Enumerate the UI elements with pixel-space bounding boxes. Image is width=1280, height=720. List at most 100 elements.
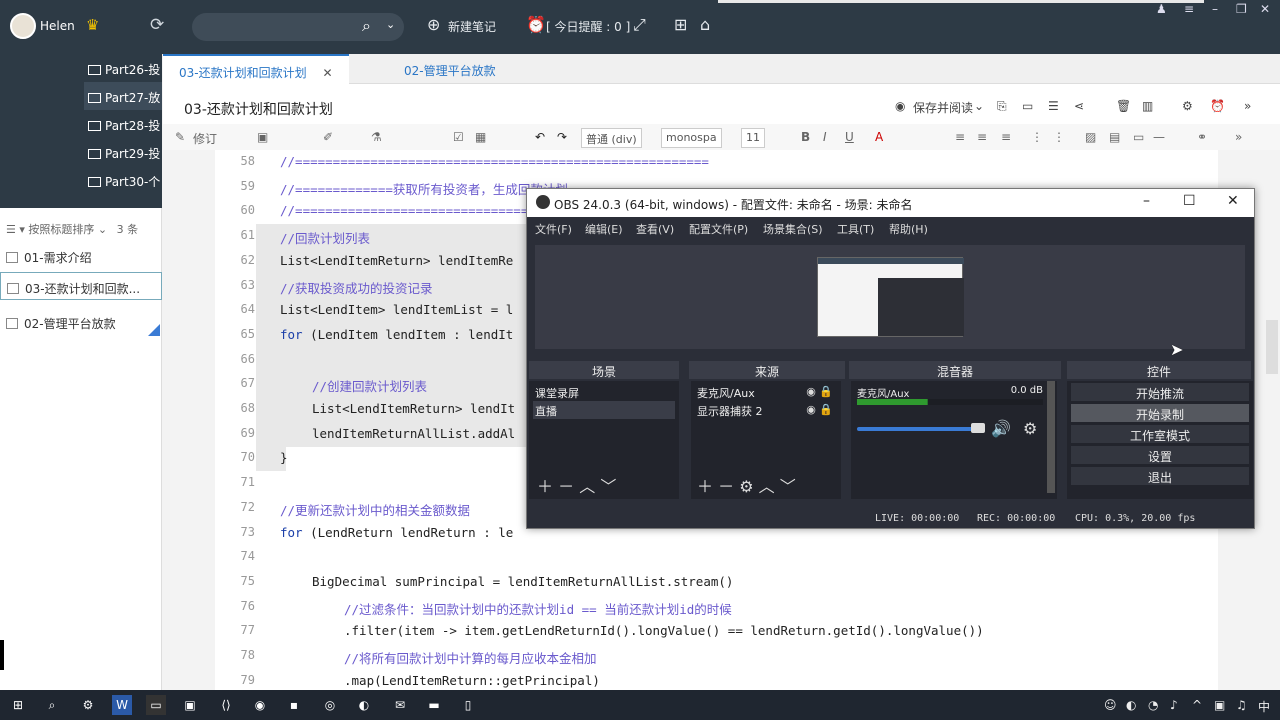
undo-icon[interactable]: ↶ [535,130,545,144]
settings-icon[interactable]: ⚙ [78,695,98,715]
gear-icon[interactable]: ⚙ [739,477,753,496]
doc-list-icon[interactable]: ☰ [1048,99,1059,113]
note-item[interactable]: 02-管理平台放款 [0,308,162,336]
speaker-icon[interactable]: 🔊 [991,419,1011,438]
trash-icon[interactable]: 🗑 [1116,99,1131,113]
revise-icon[interactable]: ✎ [175,130,185,144]
paragraph-style-select[interactable]: 普通 (div) [581,128,642,148]
eye-lock-icon[interactable]: ◉ 🔒 [806,403,833,416]
avatar-icon[interactable] [10,13,36,39]
add-source-icon[interactable]: ＋ [697,477,713,496]
more-icon[interactable]: » [1235,130,1242,144]
restore-icon[interactable]: ❐ [1236,2,1247,16]
code-line[interactable]: //将所有回款计划中计算的每月应收本金相加 [344,648,597,667]
code-line[interactable]: for (LendReturn lendReturn : le [280,525,513,540]
sync-icon[interactable]: ⟳ [150,15,164,35]
italic-button[interactable]: I [823,130,827,144]
save-icon[interactable]: ▣ [257,130,268,144]
bullet-list-icon[interactable]: ⋮ [1053,130,1065,144]
scene-item[interactable]: 直播 [533,401,675,419]
notes-icon[interactable]: ▯ [458,695,478,715]
eye-lock-icon[interactable]: ◉ 🔒 [806,385,833,398]
close-icon[interactable]: ✕ [1227,193,1239,209]
gear-icon[interactable]: ⚙ [1023,419,1037,438]
code-line[interactable]: //回款计划列表 [280,228,370,247]
start-icon[interactable]: ⊞ [8,695,28,715]
remove-source-icon[interactable]: － [718,477,734,496]
mail-icon[interactable]: ✉ [390,695,410,715]
move-down-icon[interactable]: ﹀ [600,477,616,496]
layout-icon[interactable]: ▥ [1142,99,1153,113]
note-item[interactable]: 01-需求介绍 [0,242,162,270]
menu-profile[interactable]: 配置文件(P) [689,221,748,237]
code-line[interactable]: lendItemReturnAllList.addAl [312,426,515,441]
obs-icon[interactable]: ◐ [354,695,374,715]
align-left-icon[interactable]: ≡ [955,130,965,144]
align-right-icon[interactable]: ≡ [1001,130,1011,144]
eye-icon[interactable]: ◉ [895,99,905,113]
scene-item[interactable]: 课堂录屏 [533,383,675,401]
folder-item[interactable]: Part29-投 [84,138,162,166]
tray-up-icon[interactable]: ^ [1192,698,1202,712]
code-line[interactable]: List<LendItemReturn> lendItemRe [280,253,513,268]
chevron-down-icon[interactable]: ⌄ [974,99,984,113]
alarm-icon[interactable]: ⏰ [1210,99,1225,113]
tray-mic-icon[interactable]: ♪ [1170,698,1178,712]
files-icon[interactable]: ▣ [180,695,200,715]
reminder-label[interactable]: [ 今日提醒 : 0 ] [546,18,630,35]
code-icon[interactable]: ▤ [1109,130,1120,144]
code-line[interactable]: List<LendItemReturn> lendIt [312,401,515,416]
word-icon[interactable]: W [112,695,132,715]
source-item[interactable]: 显示器捕获 2 ◉ 🔒 [695,401,837,419]
close-tab-icon[interactable]: ✕ [322,66,332,80]
alarm-icon[interactable]: ⏰ [526,15,546,34]
box-icon[interactable]: ▭ [1133,130,1144,144]
tray-headset-icon[interactable]: ◔ [1148,698,1158,712]
code-line[interactable]: //过滤条件：当回款计划中的还款计划id == 当前还款计划id的时候 [344,599,732,618]
more-icon[interactable]: » [1244,99,1251,113]
paint-icon[interactable]: ⚗ [371,130,382,144]
code-line[interactable]: //创建回款计划列表 [312,376,427,395]
browser-icon[interactable]: ◉ [250,695,270,715]
code-line[interactable]: BigDecimal sumPrincipal = lendItemReturn… [312,574,733,589]
tab-repayment-plan[interactable]: 03-还款计划和回款计划 ✕ [163,54,349,84]
checkbox-icon[interactable]: ☑ [453,130,464,144]
tab-platform-loan[interactable]: 02-管理平台放款 [388,54,512,84]
maximize-icon[interactable]: ☐ [1183,193,1196,209]
hr-icon[interactable]: — [1153,130,1165,144]
bold-button[interactable]: B [801,130,810,144]
link-icon[interactable]: ⚭ [1197,130,1207,144]
folder-item[interactable]: Part27-放 [84,82,162,110]
sort-bar[interactable]: ☰ ▾ 按照标题排序 ⌄ 3 条 [0,214,162,240]
folder-item[interactable]: Part26-投 [84,54,162,82]
tray-obs-icon[interactable]: ◐ [1126,698,1136,712]
vscode-icon[interactable]: ⟨⟩ [216,695,236,715]
font-size-select[interactable]: 11 [741,128,765,148]
menu-edit[interactable]: 编辑(E) [585,221,623,237]
username[interactable]: Helen [40,19,75,33]
ide-icon[interactable]: ▪ [284,695,304,715]
code-line[interactable]: } [280,450,288,465]
code-line[interactable]: //获取投资成功的投资记录 [280,278,433,297]
source-item[interactable]: 麦克风/Aux ◉ 🔒 [695,383,837,401]
menu-scene-collection[interactable]: 场景集合(S) [763,221,823,237]
editor-scrollbar[interactable] [1266,320,1278,374]
comment-icon[interactable]: ▭ [1022,99,1033,113]
tray-ime-icon[interactable]: 中 [1258,698,1270,715]
code-line[interactable]: for (LendItem lendItem : lendIt [280,327,513,342]
volume-slider-knob[interactable] [971,423,985,433]
volume-slider[interactable] [857,427,985,431]
attach-icon[interactable]: ⎘ [997,99,1007,114]
menu-file[interactable]: 文件(F) [535,221,572,237]
exit-button[interactable]: 退出 [1071,467,1249,485]
new-note-button[interactable]: 新建笔记 [448,18,496,35]
obs-preview[interactable] [535,245,1245,349]
code-line[interactable]: //更新还款计划中的相关金额数据 [280,500,470,519]
align-center-icon[interactable]: ≡ [977,130,987,144]
chevron-down-icon[interactable]: ⌄ [94,223,110,236]
sort-label[interactable]: 按照标题排序 [28,223,94,236]
studio-mode-button[interactable]: 工作室模式 [1071,425,1249,443]
underline-button[interactable]: U [845,130,854,144]
search-input[interactable] [192,13,404,41]
add-scene-icon[interactable]: ＋ [537,477,553,496]
